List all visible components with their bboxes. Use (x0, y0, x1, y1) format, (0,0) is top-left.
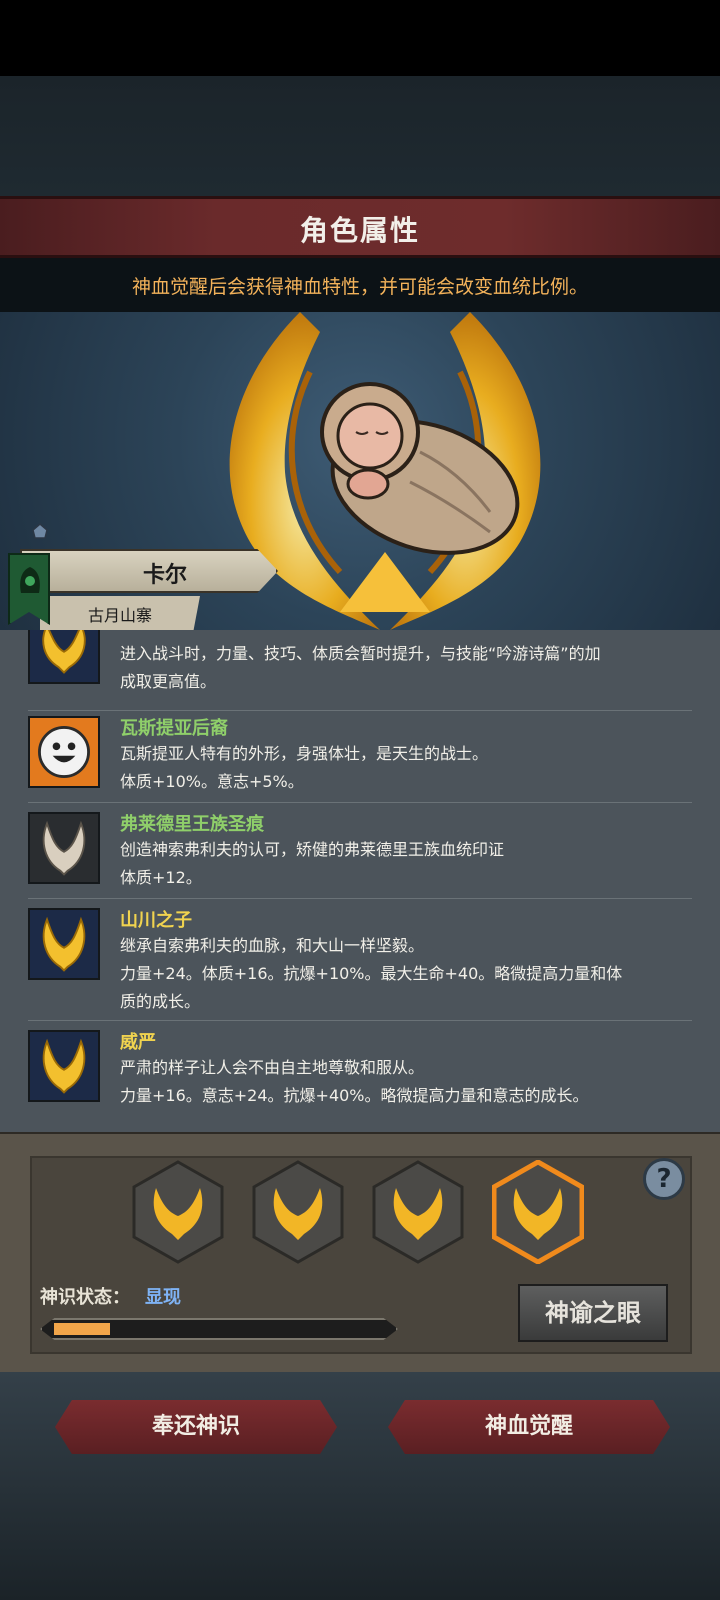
page-title: 角色属性 (299, 214, 420, 247)
top-background (0, 76, 720, 196)
golden-wings-icon (28, 908, 100, 980)
divine-slot-1[interactable] (132, 1160, 224, 1264)
golden-wings-icon (28, 1030, 100, 1102)
blood-awaken-button[interactable]: 神血觉醒 (388, 1400, 670, 1454)
trait-name: 威严 (120, 1032, 156, 1053)
character-name: 卡尔 (142, 563, 187, 588)
golden-wings-icon (28, 630, 100, 684)
trait-name: 弗莱德里王族圣痕 (120, 814, 264, 835)
silver-horns-icon (28, 812, 100, 884)
help-button[interactable]: ? (643, 1158, 685, 1200)
subtitle-band: 神血觉醒后会获得神血特性，并可能会改变血统比例。 (0, 258, 720, 312)
return-awareness-button[interactable]: 奉还神识 (55, 1400, 337, 1454)
oracle-eye-button[interactable]: 神谕之眼 (518, 1284, 668, 1342)
trait-name: 瓦斯提亚后裔 (120, 718, 228, 739)
character-origin: 古月山寨 (87, 606, 152, 625)
hooded-figure-icon (20, 567, 40, 593)
trait-list[interactable]: 进入战斗时，力量、技巧、体质会暂时提升，与技能“吟游诗篇”的加 成取更高值。 瓦… (0, 630, 720, 1132)
trait-description: 进入战斗时，力量、技巧、体质会暂时提升，与技能“吟游诗篇”的加 成取更高值。 (120, 644, 601, 691)
trait-description: 继承自索弗利夫的血脉，和大山一样坚毅。 力量+24。体质+16。抗爆+10%。最… (120, 936, 623, 1011)
divine-slot-3[interactable] (372, 1160, 464, 1264)
status-value: 显现 (145, 1287, 181, 1308)
smiling-face-icon (28, 716, 100, 788)
status-label: 神识状态： (40, 1287, 130, 1308)
swaddled-baby-icon (320, 382, 520, 555)
trait-name: 山川之子 (120, 910, 192, 931)
divine-slot-2[interactable] (252, 1160, 344, 1264)
trait-description: 瓦斯提亚人特有的外形，身强体壮，是天生的战士。 体质+10%。意志+5%。 (120, 744, 489, 791)
awareness-progress-bar (40, 1318, 398, 1340)
divine-slot-4[interactable] (492, 1160, 584, 1264)
origin-ribbon: 古月山寨 (40, 596, 200, 630)
progress-fill (54, 1323, 110, 1335)
status-bar (0, 0, 720, 76)
title-band: 角色属性 (0, 196, 720, 258)
trait-description: 严肃的样子让人会不由自主地尊敬和服从。 力量+16。意志+24。抗爆+40%。略… (120, 1058, 589, 1105)
rank-icon (32, 523, 48, 539)
page-subtitle: 神血觉醒后会获得神血特性，并可能会改变血统比例。 (131, 276, 588, 298)
trait-description: 创造神索弗利夫的认可，矫健的弗莱德里王族血统印证 体质+12。 (120, 840, 505, 887)
